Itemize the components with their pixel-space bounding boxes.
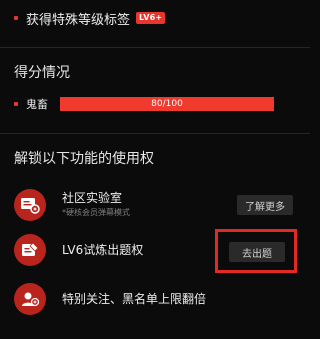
community-lab-icon (14, 189, 46, 221)
score-progress-fill (60, 97, 232, 111)
bullet-icon (14, 16, 18, 20)
feature-title: 特别关注、黑名单上限翻倍 (62, 291, 207, 306)
special-tag-row: 获得特殊等级标签 LV6+ (14, 8, 166, 28)
feature-title: 社区实验室 (62, 191, 123, 205)
feature-lv6-quiz: LV6试炼出题权 (14, 234, 143, 266)
score-progress-bar: 80/100 (60, 97, 274, 111)
special-tag-text: 获得特殊等级标签 (26, 12, 131, 28)
user-follow-icon (14, 283, 46, 315)
level-badge: LV6+ (136, 12, 166, 24)
feature-follow-limit: 特别关注、黑名单上限翻倍 (14, 283, 206, 315)
score-section-title: 得分情况 (14, 65, 70, 81)
unlock-section-title: 解锁以下功能的使用权 (14, 151, 154, 167)
feature-title: LV6试炼出题权 (62, 242, 144, 257)
feature-subtitle: *硬核会员弹幕模式 (62, 208, 130, 217)
score-category-label: 鬼畜 (26, 98, 48, 111)
score-row: 鬼畜 80/100 (14, 96, 274, 112)
feature-community-lab: 社区实验室 *硬核会员弹幕模式 (14, 189, 130, 221)
divider (0, 47, 310, 48)
learn-more-button[interactable]: 了解更多 (237, 195, 293, 215)
score-progress-text: 80/100 (151, 99, 183, 109)
divider (0, 133, 310, 134)
bullet-icon (14, 102, 18, 106)
highlight-annotation-box (215, 229, 297, 273)
pencil-quiz-icon (14, 234, 46, 266)
